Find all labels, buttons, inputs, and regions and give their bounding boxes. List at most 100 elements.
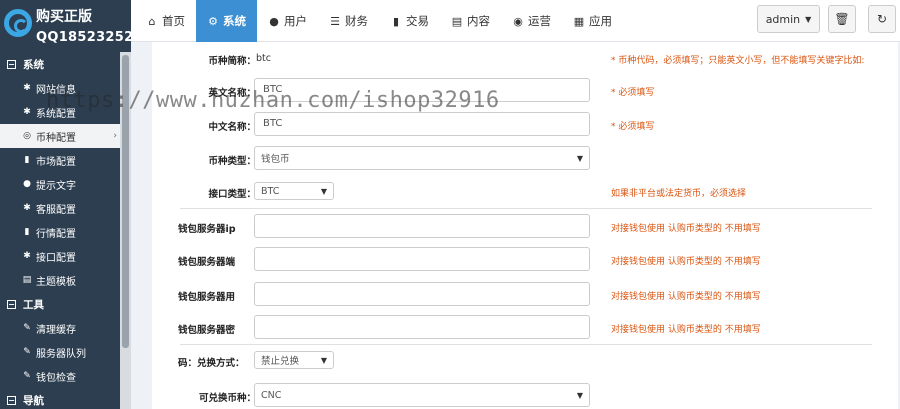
sidebar-item-clear-cache[interactable]: ✎ 清理缓存 xyxy=(0,316,131,340)
nav-finance[interactable]: ☰ 财务 xyxy=(318,0,379,42)
field-hint: * 币种代码，必须填写；只能英文小写，但不能填写关键字比如: xyxy=(611,56,865,66)
wallet-pass-input[interactable] xyxy=(254,315,590,339)
nav-label: 用户 xyxy=(284,14,307,28)
nav-home[interactable]: ⌂ 首页 xyxy=(135,0,196,42)
nav-apps[interactable]: ▦ 应用 xyxy=(562,0,623,42)
sidebar-item-market-config[interactable]: ▮ 市场配置 xyxy=(0,148,131,172)
collapse-icon: − xyxy=(7,395,16,405)
bar-chart-icon: ▮ xyxy=(392,14,400,28)
grid-icon: ▦ xyxy=(573,14,585,28)
username: admin xyxy=(765,12,801,26)
caret-down-icon: ▼ xyxy=(805,14,812,24)
field-label: 币种简称： xyxy=(208,56,256,67)
field-hint: 对接钱包使用 认购币类型的 不用填写 xyxy=(611,325,761,335)
nav-label: 财务 xyxy=(345,14,368,28)
sidebar-item-label: 清理缓存 xyxy=(36,324,76,336)
field-label: 币种类型： xyxy=(208,156,256,167)
sidebar-item-label: 主题模板 xyxy=(36,276,76,288)
chevron-down-icon: ▼ xyxy=(320,186,327,196)
field-label: 中文名称： xyxy=(208,122,256,133)
form-row-exchange-mode: 码：兑换方式： 禁止兑换 ▼ xyxy=(152,351,898,371)
wrench-icon: ✎ xyxy=(23,323,31,333)
form-row-api-type: 接口类型： BTC ▼ 如果非平台或法定货币，必须选择 xyxy=(152,182,898,202)
sidebar-item-label: 钱包检查 xyxy=(36,372,76,384)
sidebar-item-wallet-check[interactable]: ✎ 钱包检查 xyxy=(0,364,131,388)
brand-logo: 购买正版 QQ185232525 xyxy=(0,0,143,52)
nav-label: 运营 xyxy=(528,14,551,28)
nav-content[interactable]: ▤ 内容 xyxy=(440,0,501,42)
sidebar-group-tools[interactable]: − 工具 xyxy=(0,292,131,316)
gear-icon: ✱ xyxy=(23,203,31,213)
form-row-type: 币种类型： 钱包币 ▼ xyxy=(152,146,898,170)
gear-icon: ✱ xyxy=(23,251,31,261)
api-type-select[interactable]: BTC ▼ xyxy=(254,182,334,200)
field-label: 接口类型： xyxy=(208,189,256,200)
coin-type-select[interactable]: 钱包币 ▼ xyxy=(254,146,590,170)
sidebar-scrollbar[interactable] xyxy=(120,52,131,409)
en-name-input[interactable]: BTC xyxy=(254,78,590,102)
coin-form-panel: 币种简称： btc * 币种代码，必须填写；只能英文小写，但不能填写关键字比如:… xyxy=(152,42,898,409)
cn-name-input[interactable]: BTC xyxy=(254,112,590,136)
sidebar-group-system[interactable]: − 系统 xyxy=(0,52,131,76)
sidebar-item-label: 币种配置 xyxy=(36,132,76,144)
field-label: 英文名称： xyxy=(208,88,256,99)
form-row-wallet-port: 钱包服务器端 对接钱包使用 认购币类型的 不用填写 xyxy=(152,247,898,271)
form-row-cn-name: 中文名称： BTC * 必须填写 xyxy=(152,112,898,138)
form-row-wallet-pass: 钱包服务器密 对接钱包使用 认购币类型的 不用填写 xyxy=(152,315,898,339)
section-divider xyxy=(180,344,872,345)
refresh-button[interactable]: ↻ xyxy=(868,5,896,33)
chevron-down-icon: ▼ xyxy=(576,390,583,400)
sidebar-item-site-info[interactable]: ✱ 网站信息 xyxy=(0,76,131,100)
brand-qq: QQ185232525 xyxy=(36,30,143,45)
chevron-down-icon: ▼ xyxy=(576,153,583,163)
sidebar-item-coin-config[interactable]: ◎ 币种配置 › xyxy=(0,124,131,148)
collapse-icon: − xyxy=(7,59,16,69)
nav-user[interactable]: ● 用户 xyxy=(257,0,318,42)
field-hint: 对接钱包使用 认购币类型的 不用填写 xyxy=(611,292,761,302)
sidebar-item-label: 提示文字 xyxy=(36,180,76,192)
collapse-icon: − xyxy=(7,299,16,309)
sidebar-item-label: 市场配置 xyxy=(36,156,76,168)
wallet-user-input[interactable] xyxy=(254,282,590,306)
sidebar-item-system-config[interactable]: ✱ 系统配置 xyxy=(0,100,131,124)
scrollbar-thumb[interactable] xyxy=(122,55,129,348)
sidebar-item-theme-template[interactable]: ▤ 主题模板 xyxy=(0,268,131,292)
sidebar-item-service-config[interactable]: ✱ 客服配置 xyxy=(0,196,131,220)
wallet-port-input[interactable] xyxy=(254,247,590,271)
trash-button[interactable]: 🗑 xyxy=(828,5,856,33)
field-label: 可兑换币种： xyxy=(198,393,256,404)
sidebar-item-tip-text[interactable]: ● 提示文字 xyxy=(0,172,131,196)
form-row-wallet-ip: 钱包服务器ip 对接钱包使用 认购币类型的 不用填写 xyxy=(152,214,898,238)
nav-label: 交易 xyxy=(406,14,429,28)
info-icon: ● xyxy=(23,179,31,189)
bar-chart-icon: ▮ xyxy=(24,155,30,165)
sidebar: − 系统 ✱ 网站信息 ✱ 系统配置 ◎ 币种配置 › ▮ 市场配置 ● 提示文字 ✱ 客服配置… xyxy=(0,52,131,409)
nav-trade[interactable]: ▮ 交易 xyxy=(379,0,440,42)
main-nav: ⌂ 首页 ⚙ 系统 ● 用户 ☰ 财务 ▮ 交易 ▤ 内容 ◉ 运营 ▦ 应用 xyxy=(135,0,623,42)
gear-icon: ⚙ xyxy=(208,14,218,28)
sidebar-item-api-config[interactable]: ✱ 接口配置 xyxy=(0,244,131,268)
sidebar-group-label: 工具 xyxy=(23,298,44,311)
brand-title: 购买正版 xyxy=(36,9,92,25)
sidebar-item-label: 网站信息 xyxy=(36,84,76,96)
select-value: 禁止兑换 xyxy=(261,356,300,367)
sidebar-item-label: 服务器队列 xyxy=(36,348,86,360)
field-hint: 对接钱包使用 认购币类型的 不用填写 xyxy=(611,257,761,267)
exchange-coin-select[interactable]: CNC ▼ xyxy=(254,383,590,407)
sidebar-group-nav[interactable]: − 导航 xyxy=(0,388,131,409)
field-hint: 对接钱包使用 认购币类型的 不用填写 xyxy=(611,224,761,234)
nav-operation[interactable]: ◉ 运营 xyxy=(501,0,562,42)
form-row-symbol: 币种简称： btc * 币种代码，必须填写；只能英文小写，但不能填写关键字比如: xyxy=(152,51,898,71)
sidebar-item-quote-config[interactable]: ▮ 行情配置 xyxy=(0,220,131,244)
main-content: 币种简称： btc * 币种代码，必须填写；只能英文小写，但不能填写关键字比如:… xyxy=(131,42,900,409)
sidebar-item-label: 客服配置 xyxy=(36,204,76,216)
nav-system[interactable]: ⚙ 系统 xyxy=(196,0,257,42)
section-divider xyxy=(180,208,872,209)
exchange-mode-select[interactable]: 禁止兑换 ▼ xyxy=(254,351,334,369)
gear-icon: ✱ xyxy=(23,107,31,117)
wallet-ip-input[interactable] xyxy=(254,214,590,238)
sidebar-item-server-queue[interactable]: ✎ 服务器队列 xyxy=(0,340,131,364)
circle-icon: ◎ xyxy=(23,131,31,141)
user-menu-button[interactable]: admin ▼ xyxy=(757,5,820,33)
document-icon: ▤ xyxy=(451,14,463,28)
